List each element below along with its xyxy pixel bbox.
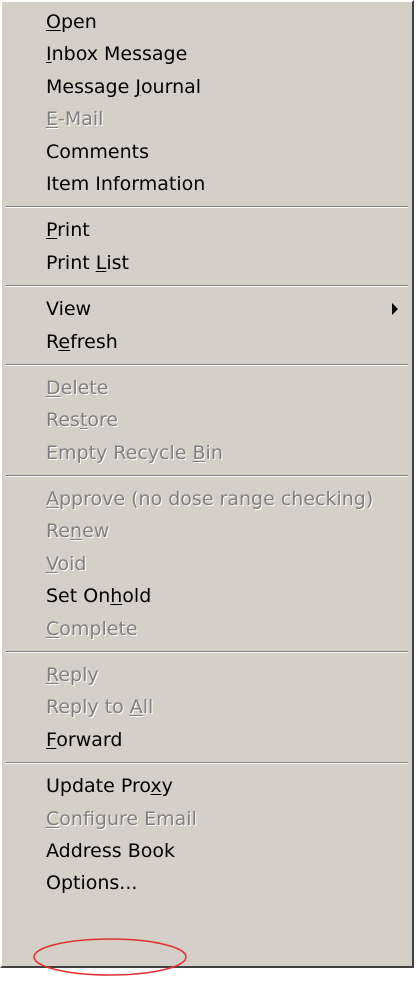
menu-item-label: Print List xyxy=(46,251,129,274)
menu-separator xyxy=(6,363,408,366)
menu-item-label: Item Information xyxy=(46,172,206,195)
menu-item-label: Empty Recycle Bin xyxy=(46,441,223,464)
menu-separator xyxy=(6,206,408,209)
menu-item-message-journal[interactable]: Message Journal xyxy=(2,71,412,103)
menu-item-label: Comments xyxy=(46,140,149,163)
menu-item-reply: Reply xyxy=(2,659,412,691)
menu-item-label: Message Journal xyxy=(46,75,202,98)
menu-item-open[interactable]: Open xyxy=(2,6,412,38)
menu-item-label: Print xyxy=(46,219,90,242)
menu-item-view[interactable]: View xyxy=(2,293,412,325)
menu-item-refresh[interactable]: Refresh xyxy=(2,326,412,358)
menu-item-label: Set Onhold xyxy=(46,585,152,608)
menu-item-e-mail: E-Mail xyxy=(2,103,412,135)
menu-item-configure-email: Configure Email xyxy=(2,803,412,835)
menu-item-label: Update Proxy xyxy=(46,775,173,798)
menu-item-label: Address Book xyxy=(46,839,175,862)
menu-item-void: Void xyxy=(2,548,412,580)
menu-item-label: Void xyxy=(46,552,87,575)
menu-item-label: Complete xyxy=(46,617,138,640)
menu-item-label: Refresh xyxy=(46,330,118,353)
menu-separator xyxy=(6,651,408,654)
menu-item-label: E-Mail xyxy=(46,108,104,131)
menu-item-empty-recycle-bin: Empty Recycle Bin xyxy=(2,437,412,469)
menu-item-label: Renew xyxy=(46,520,110,543)
menu-item-label: Open xyxy=(46,11,97,33)
menu-items: Open Inbox Message Message Journal E-Mail Co… xyxy=(2,6,412,900)
menu-item-label: Inbox Message xyxy=(46,43,188,66)
menu-item-address-book[interactable]: Address Book xyxy=(2,835,412,867)
menu-item-label: Configure Email xyxy=(46,807,197,830)
menu-item-label: Reply xyxy=(46,664,99,687)
menu-item-complete: Complete xyxy=(2,613,412,645)
menu-item-delete: Delete xyxy=(2,372,412,404)
menu-item-label: Restore xyxy=(46,409,119,432)
menu-item-comments[interactable]: Comments xyxy=(2,136,412,168)
menu-item-label: Reply to All xyxy=(46,696,154,719)
menu-item-print-list[interactable]: Print List xyxy=(2,247,412,279)
menu-item-forward[interactable]: Forward xyxy=(2,724,412,756)
menu-item-label: Approve (no dose range checking) xyxy=(46,488,374,511)
context-menu: Open Inbox Message Message Journal E-Mail Co… xyxy=(0,0,414,968)
menu-item-reply-to-all: Reply to All xyxy=(2,691,412,723)
menu-item-label: Delete xyxy=(46,376,109,399)
menu-item-restore: Restore xyxy=(2,404,412,436)
menu-item-label: Forward xyxy=(46,728,123,751)
triangle-right-icon xyxy=(392,303,398,316)
menu-item-set-onhold[interactable]: Set Onhold xyxy=(2,580,412,612)
menu-item-label: View xyxy=(46,298,92,321)
menu-separator xyxy=(6,475,408,478)
menu-separator xyxy=(6,285,408,288)
menu-item-renew: Renew xyxy=(2,515,412,547)
menu-item-approve: Approve (no dose range checking) xyxy=(2,483,412,515)
menu-item-print[interactable]: Print xyxy=(2,214,412,246)
menu-item-update-proxy[interactable]: Update Proxy xyxy=(2,770,412,802)
menu-item-item-information[interactable]: Item Information xyxy=(2,168,412,200)
menu-item-options[interactable]: Options... xyxy=(2,867,412,899)
menu-item-inbox-message[interactable]: Inbox Message xyxy=(2,38,412,70)
menu-separator xyxy=(6,762,408,765)
menu-item-label: Options... xyxy=(46,872,138,895)
